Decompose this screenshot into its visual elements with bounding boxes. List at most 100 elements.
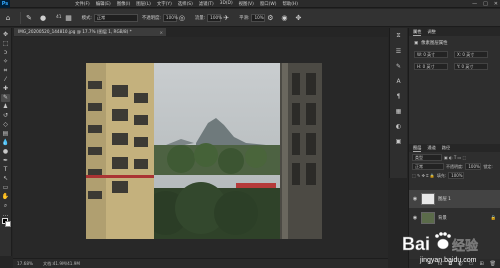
eyedropper-icon[interactable]: ⁄	[1, 76, 10, 84]
paragraph-panel-icon[interactable]: ¶	[395, 92, 403, 100]
layer-opacity-field[interactable]: 100%	[465, 163, 482, 170]
document-tab[interactable]: IMG_20200520_144810.jpg @ 17.7% (图层 1, R…	[14, 28, 166, 36]
tab-adjustments[interactable]: 调整	[427, 29, 435, 35]
width-field[interactable]: W: 0 英寸	[414, 51, 448, 58]
close-document-icon[interactable]: ×	[159, 30, 163, 35]
menu-type[interactable]: 文字(Y)	[154, 1, 175, 7]
smoothing-label: 平滑:	[239, 15, 250, 21]
menu-image[interactable]: 图像(I)	[114, 1, 134, 7]
libraries-panel-icon[interactable]: ▣	[395, 137, 403, 145]
visibility-eye-icon[interactable]: ◉	[412, 196, 418, 202]
blur-icon[interactable]: 💧	[1, 139, 10, 147]
lasso-icon[interactable]: ↄ	[1, 49, 10, 57]
pressure-size-icon[interactable]: ◉	[279, 13, 289, 23]
flow-label: 流量:	[194, 15, 206, 21]
x-label: X:	[457, 52, 462, 57]
menu-window[interactable]: 窗口(W)	[257, 1, 280, 7]
tab-properties[interactable]: 属性	[413, 29, 422, 36]
brush-tool-preset-icon[interactable]: ✎	[24, 13, 34, 23]
properties-panel-icon[interactable]: ☰	[395, 47, 403, 55]
brush-settings-icon[interactable]: ▦	[64, 13, 74, 23]
background-color-swatch[interactable]	[5, 221, 11, 227]
brush-panel-icon[interactable]: ✎	[395, 62, 403, 70]
menu-select[interactable]: 选择(S)	[175, 1, 196, 7]
properties-panel-header: 属性 调整	[409, 28, 500, 36]
hand-icon[interactable]: ✋	[1, 193, 10, 201]
path-select-icon[interactable]: ↖	[1, 175, 10, 183]
home-icon[interactable]: ⌂	[3, 13, 13, 23]
tab-layers[interactable]: 图层	[413, 145, 422, 152]
zoom-level[interactable]: 17.68%	[17, 261, 33, 266]
menu-help[interactable]: 帮助(H)	[279, 1, 301, 7]
layer-row-layer1[interactable]: ◉ 图层 1	[409, 190, 500, 208]
menu-items: 文件(F) 编辑(E) 图像(I) 图层(L) 文字(Y) 选择(S) 滤镜(T…	[72, 1, 301, 7]
healing-icon[interactable]: ✚	[1, 85, 10, 93]
filter-icons[interactable]: ▣ ◐ T ▭ ⬚	[444, 154, 466, 161]
eraser-icon[interactable]: ◇	[1, 121, 10, 129]
menu-bar: Ps 文件(F) 编辑(E) 图像(I) 图层(L) 文字(Y) 选择(S) 滤…	[0, 0, 500, 8]
window-controls: — □ ✕	[472, 0, 498, 8]
shape-icon[interactable]: ▭	[1, 184, 10, 192]
layer-kind-filter[interactable]: 类型	[412, 154, 442, 161]
document-canvas-image[interactable]	[86, 63, 322, 239]
stamp-icon[interactable]: ♟	[1, 103, 10, 111]
layer-controls: 类型 ▣ ◐ T ▭ ⬚ 正常 不透明度: 100% 锁定: ⬚ ✎ ✥ ⌗ 🔒…	[409, 152, 500, 181]
smoothing-field[interactable]: 10%	[251, 13, 266, 22]
lock-icons[interactable]: ⬚ ✎ ✥ ⌗ 🔒	[412, 172, 435, 179]
opacity-field[interactable]: 100%	[162, 13, 178, 22]
zoom-icon[interactable]: ⌕	[1, 202, 10, 210]
properties-title: 像素图层属性	[421, 41, 448, 46]
symmetry-icon[interactable]: ✥	[293, 13, 303, 23]
watermark-brand: Bai	[402, 234, 430, 254]
y-field[interactable]: Y: 0 英寸	[454, 63, 488, 70]
y-label: Y:	[457, 64, 461, 69]
layer-row-background[interactable]: ◉ 背景 🔒	[409, 209, 500, 227]
properties-panel: 属性 调整 ▣ 像素图层属性 W: 0 英寸 X: 0 英寸 H: 0 英寸 Y…	[408, 28, 500, 144]
menu-file[interactable]: 文件(F)	[72, 1, 93, 7]
layer-name: 背景	[438, 216, 447, 221]
y-value: 0 英寸	[461, 63, 474, 69]
height-value: 0 英寸	[422, 63, 435, 69]
width-value: 0 英寸	[423, 51, 436, 57]
brush-icon[interactable]: ✎	[1, 94, 10, 102]
quick-select-icon[interactable]: ✧	[1, 58, 10, 66]
mode-select[interactable]: 正常	[93, 13, 138, 22]
type-icon[interactable]: T	[1, 166, 10, 174]
marquee-icon[interactable]: ⬚	[1, 40, 10, 48]
swatches-panel-icon[interactable]: ▦	[395, 107, 403, 115]
brush-preview-icon[interactable]: ●	[38, 13, 48, 23]
menu-layer[interactable]: 图层(L)	[133, 1, 154, 7]
pressure-opacity-icon[interactable]: ◎	[177, 13, 187, 23]
flow-field[interactable]: 100%	[207, 13, 222, 22]
minimize-button[interactable]: —	[472, 1, 477, 7]
tab-paths[interactable]: 路径	[442, 145, 450, 151]
dodge-icon[interactable]: ●	[1, 148, 10, 156]
adjustments-panel-icon[interactable]: ◐	[395, 122, 403, 130]
paw-icon	[435, 232, 451, 250]
crop-icon[interactable]: ⌗	[1, 67, 10, 75]
tab-channels[interactable]: 通道	[427, 145, 435, 151]
maximize-button[interactable]: □	[483, 1, 488, 7]
history-panel-icon[interactable]: ⧖	[395, 32, 403, 40]
layer-opacity-label: 不透明度:	[446, 163, 464, 169]
character-panel-icon[interactable]: A	[395, 77, 403, 85]
blend-mode-select[interactable]: 正常	[412, 163, 444, 170]
menu-edit[interactable]: 编辑(E)	[93, 1, 114, 7]
airbrush-icon[interactable]: ✈	[221, 13, 231, 23]
visibility-eye-icon[interactable]: ◉	[412, 215, 418, 221]
pen-icon[interactable]: ✒	[1, 157, 10, 165]
menu-filter[interactable]: 滤镜(T)	[196, 1, 217, 7]
watermark-url: jingyan.baidu.com	[419, 257, 477, 264]
height-field[interactable]: H: 0 英寸	[414, 63, 448, 70]
move-icon[interactable]: ✥	[1, 31, 10, 39]
history-brush-icon[interactable]: ↺	[1, 112, 10, 120]
menu-view[interactable]: 视图(V)	[236, 1, 257, 7]
document-size-info: 文档:41.9M/41.9M	[42, 260, 81, 266]
fill-label: 填充:	[436, 172, 447, 178]
x-field[interactable]: X: 0 英寸	[454, 51, 488, 58]
smoothing-options-icon[interactable]: ⚙	[265, 13, 275, 23]
close-window-button[interactable]: ✕	[494, 1, 498, 7]
gradient-icon[interactable]: ▤	[1, 130, 10, 138]
menu-3d[interactable]: 3D(D)	[217, 1, 236, 7]
fill-field[interactable]: 100%	[448, 172, 465, 179]
